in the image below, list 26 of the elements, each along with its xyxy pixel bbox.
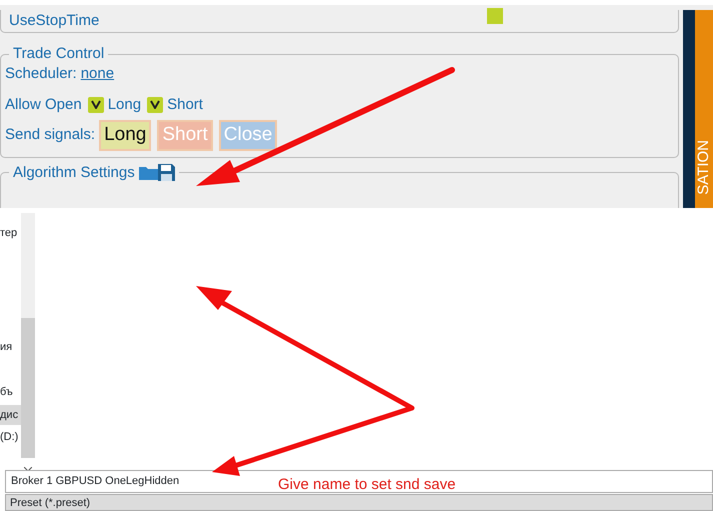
setting-label: UseStopTime <box>9 10 100 31</box>
group-title: Trade Control <box>12 45 106 63</box>
checkbox[interactable] <box>487 8 503 24</box>
check-icon <box>90 100 101 110</box>
scheduler-label: Scheduler: <box>5 64 77 84</box>
nav-item[interactable]: тер <box>0 223 21 243</box>
checkbox[interactable] <box>88 96 104 113</box>
signal-button[interactable]: Long <box>99 120 152 151</box>
nav-item[interactable]: дис <box>0 405 21 425</box>
group-title: Algorithm Settings <box>13 164 135 182</box>
scheduler-link[interactable]: none <box>80 63 114 86</box>
scroll-down-icon[interactable] <box>24 467 32 472</box>
save-icon[interactable] <box>158 164 175 182</box>
send-signals-label: Send signals: <box>5 125 96 146</box>
nav-item[interactable]: ия <box>0 337 21 357</box>
checkbox[interactable] <box>147 96 164 113</box>
checkbox-label[interactable]: Long <box>108 94 142 116</box>
nav-item[interactable]: (D:) <box>0 427 21 447</box>
allow-open-label: Allow Open <box>5 94 82 114</box>
nav-item[interactable]: бъ <box>0 382 21 402</box>
file-type-dropdown[interactable]: Preset (*.preset) <box>5 494 713 511</box>
checkbox-label[interactable]: Short <box>167 94 203 116</box>
scrollbar-thumb[interactable] <box>21 318 35 458</box>
folder-icon[interactable] <box>138 165 158 180</box>
check-icon <box>150 100 160 110</box>
annotation-text: Give name to set snd save <box>278 475 456 495</box>
